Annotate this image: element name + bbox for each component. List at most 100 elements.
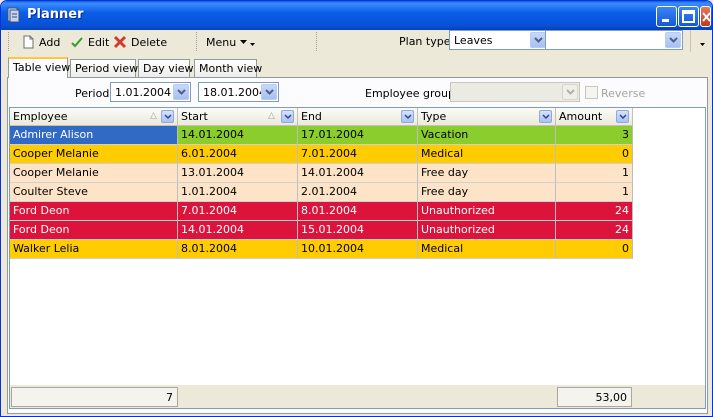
menu-button[interactable]: Menu (203, 32, 250, 52)
start-cell[interactable]: 1.01.2004 (178, 183, 298, 202)
filter-dropdown-icon[interactable] (616, 110, 629, 123)
end-cell[interactable]: 10.01.2004 (298, 240, 418, 259)
employee-group-select[interactable] (450, 82, 580, 102)
amount-total-summary: 53,00 (557, 387, 632, 407)
employee-cell[interactable]: Coulter Steve (10, 183, 178, 202)
column-header-employee[interactable]: Employee △ (10, 108, 178, 126)
filter-dropdown-icon[interactable] (281, 110, 294, 123)
end-cell[interactable]: 7.01.2004 (298, 145, 418, 164)
column-header-start[interactable]: Start △ (178, 108, 298, 126)
end-cell[interactable]: 8.01.2004 (298, 202, 418, 221)
employee-cell[interactable]: Admirer Alison (10, 126, 178, 145)
maximize-button[interactable] (678, 6, 699, 27)
end-cell[interactable]: 2.01.2004 (298, 183, 418, 202)
type-cell[interactable]: Medical (418, 145, 556, 164)
amount-cell[interactable]: 1 (556, 183, 633, 202)
amount-cell[interactable]: 0 (556, 145, 633, 164)
amount-cell[interactable]: 1 (556, 164, 633, 183)
toolbar-options-button[interactable] (690, 30, 710, 52)
type-cell[interactable]: Vacation (418, 126, 556, 145)
row-count-summary: 7 (11, 387, 178, 407)
employee-cell[interactable]: Walker Lelia (10, 240, 178, 259)
tab-table-view[interactable]: Table view (8, 57, 70, 78)
type-cell[interactable]: Free day (418, 164, 556, 183)
window-title: Planner (27, 7, 84, 22)
employee-group-label: Employee group (365, 87, 455, 100)
column-header-amount[interactable]: Amount (556, 108, 633, 126)
dropdown-arrow-icon[interactable] (530, 32, 546, 48)
delete-x-icon (113, 35, 127, 49)
start-cell[interactable]: 6.01.2004 (178, 145, 298, 164)
close-icon (702, 12, 711, 22)
column-label-end: End (301, 110, 322, 123)
column-header-end[interactable]: End (298, 108, 418, 126)
start-cell[interactable]: 13.01.2004 (178, 164, 298, 183)
type-cell[interactable]: Free day (418, 183, 556, 202)
type-cell[interactable]: Medical (418, 240, 556, 259)
tab-day-view[interactable]: Day view (138, 59, 194, 77)
end-cell[interactable]: 14.01.2004 (298, 164, 418, 183)
table-row[interactable]: Coulter Steve 1.01.2004 2.01.2004 Free d… (10, 183, 633, 202)
column-label-type: Type (421, 110, 447, 123)
period-to-value: 18.01.2004 (203, 86, 266, 99)
toolbar-grip[interactable] (8, 32, 10, 51)
amount-cell[interactable]: 24 (556, 202, 633, 221)
table-row[interactable]: Ford Deon 14.01.2004 15.01.2004 Unauthor… (10, 221, 633, 240)
dropdown-arrow-icon[interactable] (665, 32, 681, 48)
end-cell[interactable]: 17.01.2004 (298, 126, 418, 145)
plan-type-value: Leaves (454, 34, 493, 47)
toolbar-overflow-icon[interactable] (250, 43, 255, 46)
column-label-start: Start (181, 110, 208, 123)
sort-icon: △ (268, 111, 275, 121)
type-cell[interactable]: Unauthorized (418, 221, 556, 240)
minimize-button[interactable] (656, 6, 677, 27)
start-cell[interactable]: 7.01.2004 (178, 202, 298, 221)
table-row[interactable]: Cooper Melanie 6.01.2004 7.01.2004 Medic… (10, 145, 633, 164)
column-header-type[interactable]: Type (418, 108, 556, 126)
add-button[interactable]: Add (18, 32, 63, 52)
start-cell[interactable]: 8.01.2004 (178, 240, 298, 259)
amount-cell[interactable]: 3 (556, 126, 633, 145)
end-cell[interactable]: 15.01.2004 (298, 221, 418, 240)
table-row[interactable]: Admirer Alison 14.01.2004 17.01.2004 Vac… (10, 126, 633, 145)
delete-button[interactable]: Delete (110, 32, 170, 52)
toolbar-separator (316, 32, 318, 51)
add-label: Add (39, 35, 61, 49)
start-cell[interactable]: 14.01.2004 (178, 126, 298, 145)
table-row[interactable]: Walker Lelia 8.01.2004 10.01.2004 Medica… (10, 240, 633, 259)
period-from-picker[interactable]: 1.01.2004 (110, 82, 191, 102)
tab-period-view[interactable]: Period view (70, 59, 138, 77)
checkmark-icon (71, 37, 83, 48)
reverse-checkbox[interactable] (585, 86, 598, 99)
filter-dropdown-icon[interactable] (539, 110, 552, 123)
close-button[interactable] (700, 6, 711, 27)
filter-dropdown-icon[interactable] (161, 110, 174, 123)
tab-month-view[interactable]: Month view (194, 59, 262, 77)
edit-button[interactable]: Edit (67, 32, 112, 52)
plan-filter-select[interactable] (545, 30, 683, 50)
plan-type-select[interactable]: Leaves (449, 30, 548, 50)
amount-cell[interactable]: 24 (556, 221, 633, 240)
maximize-icon (682, 10, 695, 23)
title-bar[interactable]: Planner (1, 1, 712, 30)
start-cell[interactable]: 14.01.2004 (178, 221, 298, 240)
employee-cell[interactable]: Ford Deon (10, 221, 178, 240)
employee-cell[interactable]: Cooper Melanie (10, 164, 178, 183)
period-to-picker[interactable]: 18.01.2004 (198, 82, 279, 102)
filter-dropdown-icon[interactable] (401, 110, 414, 123)
table-row[interactable]: Ford Deon 7.01.2004 8.01.2004 Unauthoriz… (10, 202, 633, 221)
dropdown-arrow-icon[interactable] (173, 84, 189, 100)
period-from-value: 1.01.2004 (115, 86, 171, 99)
amount-cell[interactable]: 0 (556, 240, 633, 259)
employee-cell[interactable]: Ford Deon (10, 202, 178, 221)
employee-cell[interactable]: Cooper Melanie (10, 145, 178, 164)
dropdown-arrow-icon[interactable] (261, 84, 277, 100)
grid-rows: Admirer Alison 14.01.2004 17.01.2004 Vac… (10, 126, 633, 259)
column-label-amount: Amount (559, 110, 603, 123)
reverse-label: Reverse (601, 87, 646, 100)
chevron-down-icon (700, 43, 705, 46)
type-cell[interactable]: Unauthorized (418, 202, 556, 221)
table-row[interactable]: Cooper Melanie 13.01.2004 14.01.2004 Fre… (10, 164, 633, 183)
dropdown-arrow-icon[interactable] (562, 84, 578, 100)
grid-header: Employee △ Start △ End Type Amount (10, 108, 633, 126)
